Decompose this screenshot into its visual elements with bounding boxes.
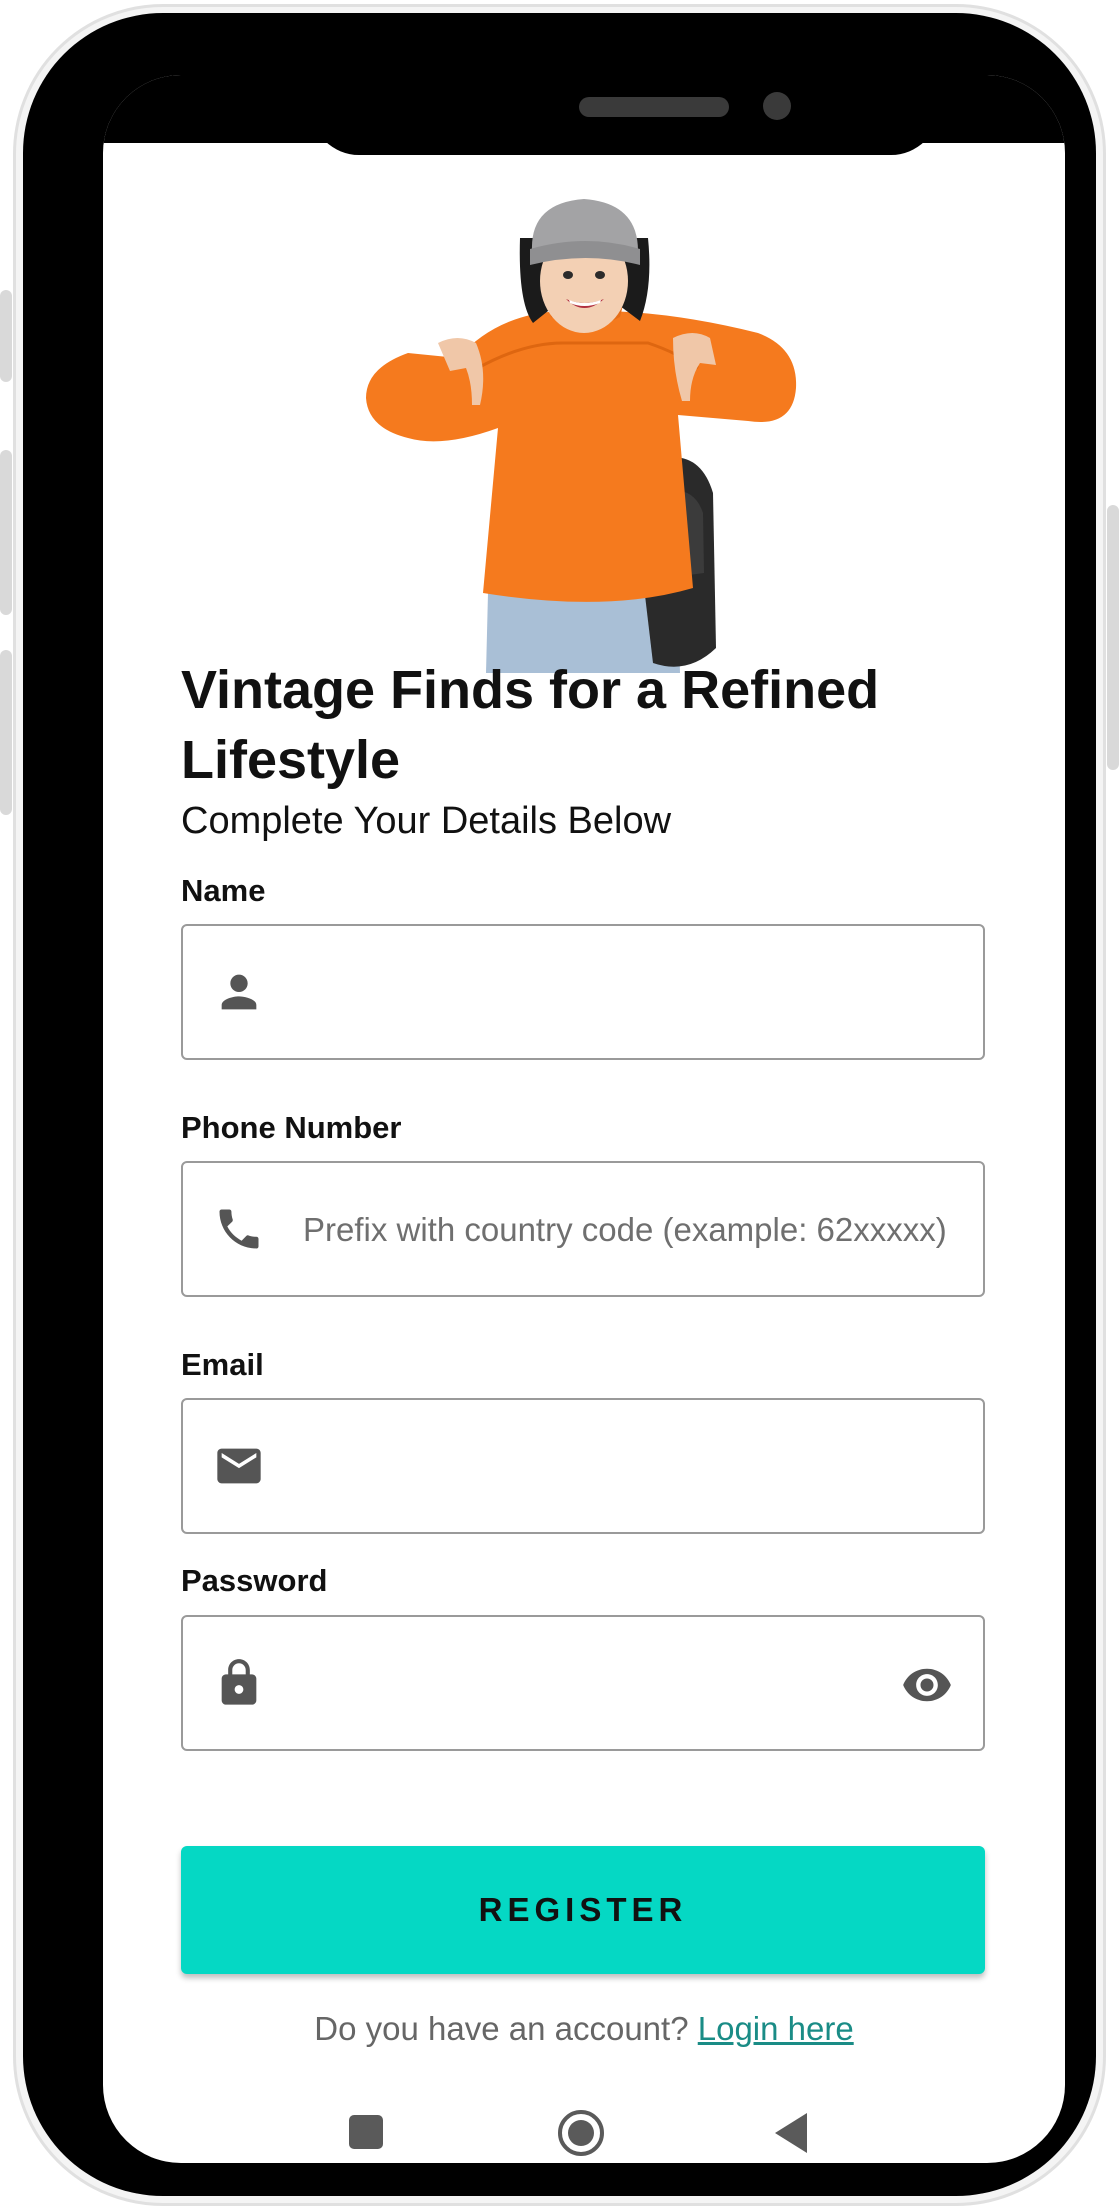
- square-icon[interactable]: [347, 2113, 385, 2151]
- login-prompt-text: Do you have an account?: [314, 2010, 689, 2047]
- person-icon: [221, 974, 257, 1010]
- page-title: Vintage Finds for a Refined Lifestyle: [181, 660, 880, 790]
- phone-label: Phone Number: [181, 1110, 402, 1145]
- phone-field[interactable]: [181, 1161, 985, 1297]
- mute-button: [0, 650, 12, 815]
- name-field[interactable]: [181, 924, 985, 1060]
- name-input[interactable]: [301, 946, 955, 1040]
- login-link[interactable]: Login here: [698, 2010, 854, 2047]
- password-input[interactable]: [301, 1637, 865, 1731]
- login-prompt: Do you have an account? Login here: [103, 2010, 1065, 2048]
- front-camera: [763, 92, 791, 120]
- notch: [311, 75, 939, 155]
- email-label: Email: [181, 1347, 264, 1382]
- eye-icon[interactable]: [899, 1659, 955, 1711]
- phone-icon: [219, 1209, 259, 1249]
- system-navigation-bar: [103, 2095, 1065, 2163]
- volume-up-button: [0, 290, 12, 382]
- speaker-grille: [579, 97, 729, 117]
- app-screen: Vintage Finds for a Refined Lifestyle Co…: [103, 75, 1065, 2163]
- email-input[interactable]: [301, 1420, 955, 1514]
- password-label: Password: [181, 1563, 328, 1598]
- mail-icon: [217, 1448, 261, 1484]
- triangle-back-icon[interactable]: [771, 2111, 811, 2155]
- phone-body: Vintage Finds for a Refined Lifestyle Co…: [23, 13, 1096, 2196]
- email-field[interactable]: [181, 1398, 985, 1534]
- lock-icon: [221, 1659, 257, 1705]
- page-subtitle: Complete Your Details Below: [181, 800, 672, 842]
- power-button: [1107, 505, 1119, 770]
- register-button[interactable]: REGISTER: [181, 1846, 985, 1974]
- volume-down-button: [0, 450, 12, 615]
- password-field[interactable]: [181, 1615, 985, 1751]
- phone-input[interactable]: [301, 1183, 955, 1277]
- name-label: Name: [181, 873, 266, 908]
- hero-illustration: [366, 199, 797, 673]
- circle-icon[interactable]: [556, 2108, 606, 2158]
